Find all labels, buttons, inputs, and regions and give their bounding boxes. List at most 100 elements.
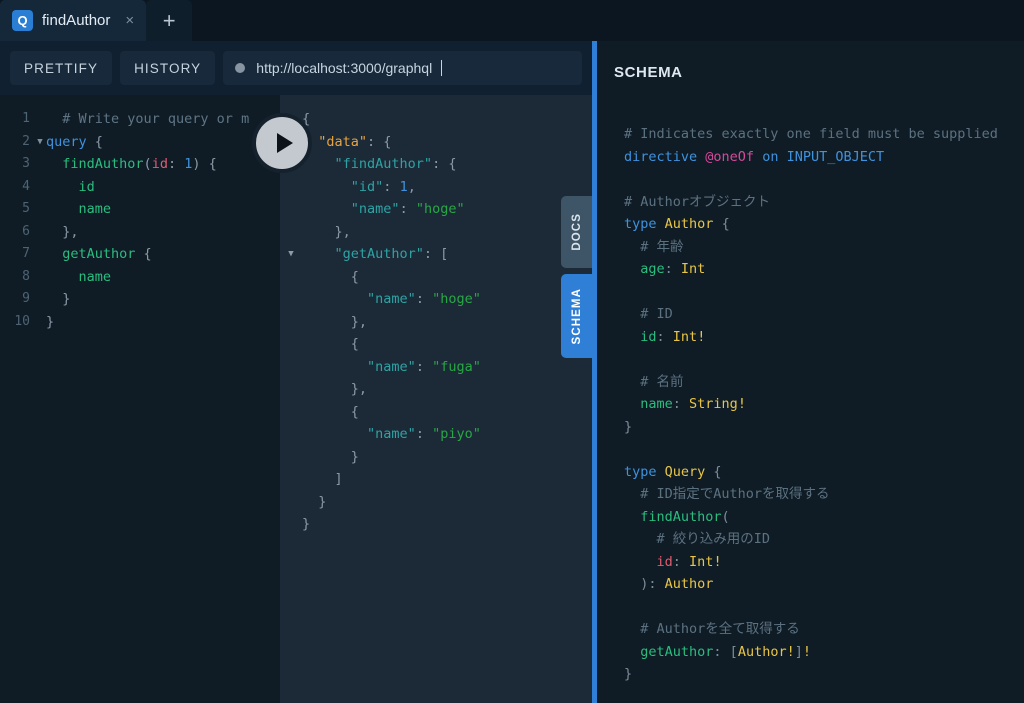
- code-token: Author: [664, 576, 714, 592]
- code-token: "hoge": [415, 201, 465, 217]
- endpoint-url-input[interactable]: http://localhost:3000/graphql: [223, 51, 582, 85]
- code-token: : {: [432, 156, 457, 172]
- schema-line: # ID指定でAuthorを取得する: [624, 483, 1024, 506]
- schema-line: directive @oneOf on INPUT_OBJECT: [624, 146, 1024, 169]
- line-source: }: [46, 288, 280, 311]
- response-line: ▼ "name": "hoge": [280, 198, 592, 221]
- code-token: "name": [367, 358, 416, 375]
- schema-line: # Authorを全て取得する: [624, 618, 1024, 641]
- line-source: name: [46, 198, 280, 221]
- line-source: "name": "hoge": [302, 288, 592, 311]
- schema-line: name: String!: [624, 393, 1024, 416]
- code-token: :: [656, 328, 673, 345]
- line-source: "getAuthor": [: [302, 243, 592, 266]
- code-token: }: [302, 493, 327, 510]
- code-token: :: [383, 178, 400, 195]
- line-source: id: [46, 176, 280, 199]
- code-token: : [: [423, 246, 449, 262]
- code-token: :: [672, 396, 690, 412]
- response-line: ▼}: [280, 513, 592, 536]
- code-token: },: [302, 313, 368, 330]
- code-token: },: [46, 223, 79, 240]
- code-token: !: [786, 643, 795, 660]
- close-icon[interactable]: ×: [123, 13, 136, 28]
- schema-line: [624, 78, 1024, 101]
- execute-query-button[interactable]: [252, 113, 312, 173]
- prettify-button[interactable]: PRETTIFY: [10, 51, 113, 85]
- code-token: type: [624, 463, 657, 480]
- schema-panel-title: SCHEMA: [614, 64, 683, 81]
- code-token: "data": [318, 133, 368, 150]
- response-pane[interactable]: ▼{▼ "data": {▼ "findAuthor": {▼ "id": 1,…: [280, 95, 592, 703]
- code-token: id: [78, 178, 95, 195]
- line-source: },: [302, 378, 592, 401]
- fold-spacer: ▼: [34, 198, 46, 221]
- query-line: 8▼ name: [0, 266, 280, 289]
- code-token: # Authorを全て取得する: [624, 621, 800, 637]
- fold-spacer: ▼: [34, 221, 46, 244]
- query-line: 7 ▼ getAuthor {: [0, 243, 280, 266]
- schema-line: [624, 281, 1024, 304]
- history-button[interactable]: HISTORY: [120, 51, 216, 85]
- line-source: {: [302, 333, 592, 356]
- response-line: ▼ ]: [280, 468, 592, 491]
- response-line: ▼ }: [280, 491, 592, 514]
- sidebar-tab-docs[interactable]: DOCS: [561, 196, 592, 268]
- code-token: },: [302, 381, 368, 397]
- code-token: {: [302, 268, 359, 285]
- schema-code: # Indicates exactly one field must be su…: [597, 41, 1024, 686]
- line-source: }: [302, 513, 592, 536]
- code-token: : {: [367, 133, 392, 150]
- tab-findauthor[interactable]: Q findAuthor ×: [0, 0, 147, 41]
- play-icon: [276, 133, 293, 153]
- fold-spacer: ▼: [280, 513, 302, 536]
- code-token: ,: [407, 178, 416, 195]
- response-line: ▼ "getAuthor": [: [280, 243, 592, 266]
- add-tab-icon[interactable]: +: [146, 0, 193, 41]
- code-token: },: [302, 223, 351, 240]
- code-token: age: [640, 261, 665, 277]
- response-line: ▼ },: [280, 221, 592, 244]
- schema-line: [624, 101, 1024, 124]
- line-source: name: [46, 266, 280, 289]
- line-number: 1: [22, 111, 30, 126]
- code-token: }: [624, 666, 633, 682]
- fold-toggle-icon[interactable]: ▼: [34, 131, 46, 154]
- code-token: id: [151, 156, 168, 172]
- schema-line: # Indicates exactly one field must be su…: [624, 123, 1024, 146]
- code-token: on: [754, 148, 787, 165]
- sidebar-tab-docs-label: DOCS: [570, 213, 583, 251]
- code-token: "name": [350, 201, 400, 217]
- code-token: }: [624, 418, 633, 435]
- code-token: getAuthor: [640, 643, 714, 660]
- fold-spacer: ▼: [280, 221, 302, 244]
- sidebar-tab-schema[interactable]: SCHEMA: [561, 274, 592, 358]
- query-editor-code[interactable]: 1▼ # Write your query or m2▼query {3▼ fi…: [0, 95, 280, 333]
- code-token: !: [713, 553, 722, 570]
- code-token: }: [46, 291, 71, 307]
- line-source: "id": 1,: [302, 176, 592, 199]
- fold-spacer: ▼: [280, 176, 302, 199]
- query-line: 2 ▼ query {: [0, 131, 280, 154]
- code-token: directive: [624, 148, 698, 165]
- code-token: : [: [713, 643, 738, 660]
- code-token: !: [737, 396, 746, 412]
- query-editor-pane[interactable]: 1▼ # Write your query or m2▼query {3▼ fi…: [0, 95, 280, 703]
- line-source: findAuthor(id: 1) {: [46, 153, 280, 176]
- fold-toggle-icon[interactable]: ▼: [280, 243, 302, 266]
- code-token: "name": [367, 291, 416, 307]
- schema-line: age: Int: [624, 258, 1024, 281]
- connection-status-icon: [235, 63, 246, 73]
- graphiql-app: Q findAuthor × + PRETTIFY HISTORY http:/…: [0, 0, 1024, 703]
- schema-line: }: [624, 416, 1024, 439]
- fold-spacer: ▼: [280, 401, 302, 424]
- endpoint-url-value: http://localhost:3000/graphql: [256, 60, 433, 76]
- code-token: INPUT_OBJECT: [786, 148, 885, 165]
- code-token: !: [802, 643, 812, 660]
- code-token: :: [415, 426, 433, 442]
